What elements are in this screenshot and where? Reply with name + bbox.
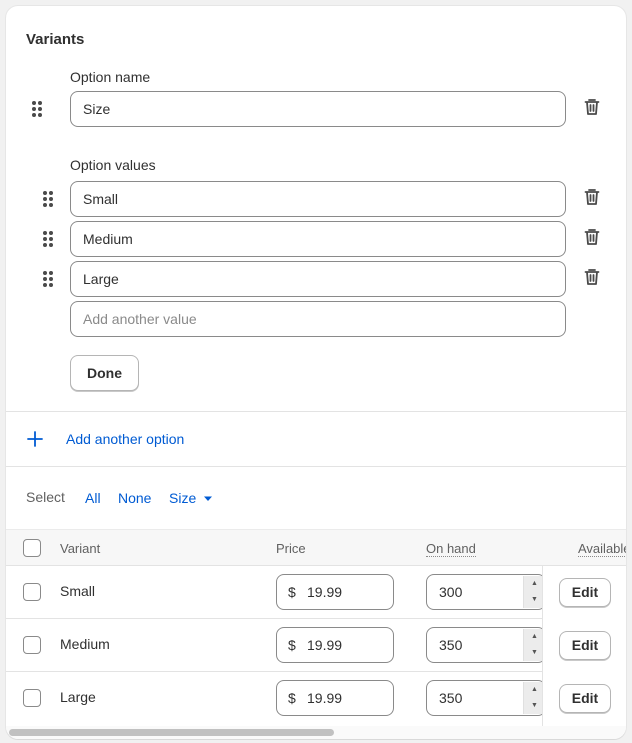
- filter-size-dropdown[interactable]: Size: [169, 490, 213, 506]
- currency-symbol: $: [288, 584, 296, 600]
- variants-card: Variants Option name Size Option values …: [6, 6, 626, 739]
- table-header: Variant Price On hand Available: [6, 529, 626, 566]
- option-name-label: Option name: [70, 69, 151, 85]
- column-header-variant: Variant: [60, 541, 101, 556]
- currency-symbol: $: [288, 690, 296, 706]
- add-value-input[interactable]: Add another value: [70, 301, 566, 337]
- on-hand-value: 350: [439, 637, 463, 653]
- price-value: 19.99: [307, 584, 343, 600]
- section-title: Variants: [26, 31, 85, 48]
- done-button[interactable]: Done: [70, 355, 139, 391]
- select-label: Select: [26, 489, 65, 505]
- select-all-checkbox[interactable]: [23, 539, 41, 557]
- add-option-link[interactable]: Add another option: [66, 431, 184, 447]
- edit-button[interactable]: Edit: [559, 684, 611, 713]
- on-hand-input[interactable]: 300 ▲ ▼: [426, 574, 546, 610]
- trash-icon[interactable]: [584, 228, 600, 246]
- price-input[interactable]: $ 19.99: [276, 680, 394, 716]
- price-value: 19.99: [307, 690, 343, 706]
- variant-name: Small: [60, 583, 96, 599]
- currency-symbol: $: [288, 637, 296, 653]
- option-value-input[interactable]: Small: [70, 181, 566, 217]
- price-input[interactable]: $ 19.99: [276, 627, 394, 663]
- column-header-available[interactable]: Available: [578, 541, 626, 557]
- trash-icon[interactable]: [584, 188, 600, 206]
- price-input[interactable]: $ 19.99: [276, 574, 394, 610]
- column-header-on-hand[interactable]: On hand: [426, 541, 476, 557]
- edit-button[interactable]: Edit: [559, 631, 611, 660]
- table-row: Small $ 19.99 300 ▲ ▼: [6, 566, 626, 619]
- on-hand-value: 350: [439, 690, 463, 706]
- option-name-input[interactable]: Size: [70, 91, 566, 127]
- on-hand-value: 300: [439, 584, 463, 600]
- option-values-label: Option values: [70, 157, 156, 173]
- drag-handle-icon[interactable]: [43, 231, 53, 247]
- price-value: 19.99: [307, 637, 343, 653]
- filter-size-label: Size: [169, 490, 197, 506]
- option-value-input[interactable]: Large: [70, 261, 566, 297]
- select-none-link[interactable]: None: [118, 490, 151, 506]
- row-checkbox[interactable]: [23, 636, 41, 654]
- variant-name: Large: [60, 689, 96, 705]
- drag-handle-icon[interactable]: [43, 191, 53, 207]
- table-row: Medium $ 19.99 350 ▲ ▼: [6, 619, 626, 672]
- on-hand-input[interactable]: 350 ▲ ▼: [426, 627, 546, 663]
- scrollbar-thumb[interactable]: [9, 729, 334, 736]
- divider: [6, 466, 626, 467]
- edit-button[interactable]: Edit: [559, 578, 611, 607]
- table-row: Large $ 19.99 350 ▲ ▼: [6, 672, 626, 725]
- trash-icon[interactable]: [584, 98, 600, 116]
- row-checkbox[interactable]: [23, 689, 41, 707]
- caret-down-icon: [204, 496, 213, 501]
- column-header-price: Price: [276, 541, 306, 556]
- divider: [6, 411, 626, 412]
- variant-name: Medium: [60, 636, 110, 652]
- row-checkbox[interactable]: [23, 583, 41, 601]
- trash-icon[interactable]: [584, 268, 600, 286]
- select-all-link[interactable]: All: [85, 490, 101, 506]
- drag-handle-icon[interactable]: [32, 101, 42, 117]
- actions-column: Edit Edit Edit: [542, 566, 626, 726]
- drag-handle-icon[interactable]: [43, 271, 53, 287]
- option-value-input[interactable]: Medium: [70, 221, 566, 257]
- plus-icon[interactable]: [27, 431, 43, 447]
- on-hand-input[interactable]: 350 ▲ ▼: [426, 680, 546, 716]
